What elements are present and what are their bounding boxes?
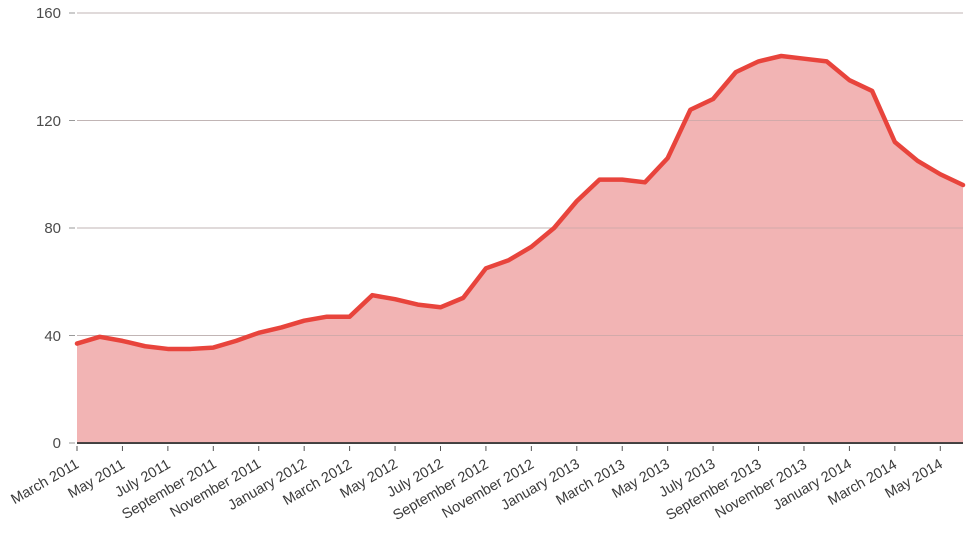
y-axis-tick-label: 160 xyxy=(35,5,61,22)
series-area-fill xyxy=(77,56,963,443)
y-axis-tick-label: 0 xyxy=(52,435,61,452)
area-chart: 0 40 80 120 160 March 2011 May 2011 July 2011 S… xyxy=(0,0,968,535)
y-axis-tick-label: 40 xyxy=(44,327,61,345)
chart-plot-area xyxy=(69,12,966,451)
y-axis-tick-label: 120 xyxy=(35,112,61,130)
y-axis-tick-label: 80 xyxy=(44,220,61,237)
